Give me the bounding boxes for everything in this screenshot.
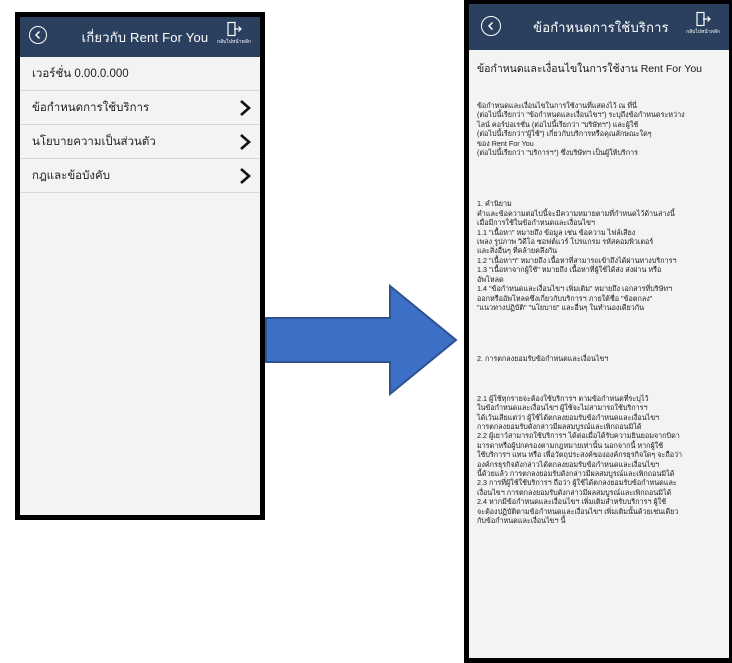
- app-header: เกี่ยวกับ Rent For You กลับไปหน้าหลัก: [20, 17, 260, 57]
- menu-item-rules[interactable]: กฎและข้อบังคับ: [20, 159, 260, 193]
- terms-document[interactable]: ข้อกำหนดและเงื่อนไขในการใช้งาน Rent For …: [469, 50, 729, 531]
- document-title: ข้อกำหนดและเงื่อนไขในการใช้งาน Rent For …: [477, 63, 703, 75]
- exit-door-icon: [227, 21, 242, 37]
- menu-item-label: กฎและข้อบังคับ: [32, 169, 110, 182]
- chevron-left-icon: [487, 21, 494, 31]
- phone-about-screen: เกี่ยวกับ Rent For You กลับไปหน้าหลัก เว…: [15, 12, 265, 520]
- menu-item-label: นโยบายความเป็นส่วนตัว: [32, 135, 156, 148]
- version-row: เวอร์ชั่น 0.00.0.000: [20, 57, 260, 91]
- chevron-right-icon: [240, 167, 251, 184]
- back-button[interactable]: [481, 16, 501, 36]
- intro-paragraph: ข้อกำหนดและเงื่อนไขในการใช้งานที่แสดงไว้…: [477, 101, 685, 158]
- exit-label: กลับไปหน้าหลัก: [217, 39, 251, 45]
- about-screen: เกี่ยวกับ Rent For You กลับไปหน้าหลัก เว…: [20, 17, 260, 515]
- back-button[interactable]: [29, 26, 47, 44]
- terms-screen: ข้อกำหนดการใช้บริการ กลับไปหน้าหลัก ข้อก…: [469, 4, 729, 658]
- exit-home-button[interactable]: กลับไปหน้าหลัก: [683, 11, 723, 43]
- comparison-stage: เกี่ยวกับ Rent For You กลับไปหน้าหลัก เว…: [0, 0, 732, 663]
- menu-item-terms[interactable]: ข้อกำหนดการใช้บริการ: [20, 91, 260, 125]
- chevron-right-icon: [240, 133, 251, 150]
- menu-item-label: ข้อกำหนดการใช้บริการ: [32, 101, 150, 114]
- section-acceptance: 2.1 ผู้ใช้ทุกรายจะต้องใช้บริการฯ ตามข้อก…: [477, 393, 683, 525]
- phone-terms-screen: ข้อกำหนดการใช้บริการ กลับไปหน้าหลัก ข้อก…: [464, 0, 732, 663]
- exit-door-icon: [696, 11, 711, 27]
- section-heading-acceptance: 2. การตกลงยอมรับข้อกำหนดและเงื่อนไขฯ: [477, 354, 609, 364]
- exit-home-button[interactable]: กลับไปหน้าหลัก: [214, 21, 254, 53]
- version-label: เวอร์ชั่น 0.00.0.000: [32, 67, 129, 80]
- chevron-left-icon: [34, 30, 41, 40]
- chevron-right-icon: [240, 99, 251, 116]
- menu-item-privacy[interactable]: นโยบายความเป็นส่วนตัว: [20, 125, 260, 159]
- section-definitions: 1. คำนิยาม คำและข้อความต่อไปนี้จะมีความห…: [477, 199, 677, 312]
- app-header: ข้อกำหนดการใช้บริการ กลับไปหน้าหลัก: [469, 4, 729, 50]
- right-arrow-icon: [265, 283, 458, 397]
- exit-label: กลับไปหน้าหลัก: [686, 29, 720, 35]
